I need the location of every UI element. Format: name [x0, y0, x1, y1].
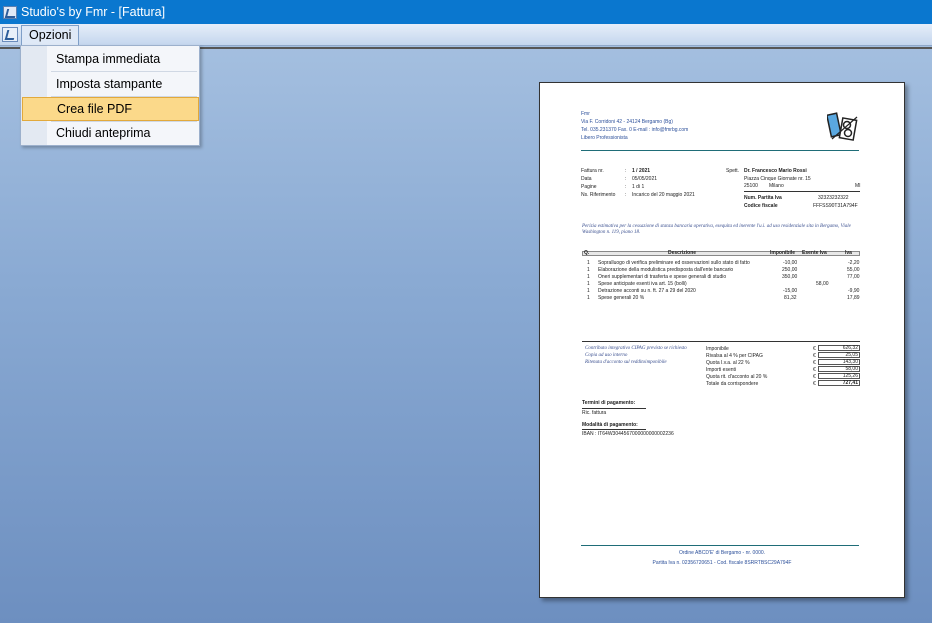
menu-item-crea-file-pdf[interactable]: Crea file PDF — [22, 97, 199, 121]
recipient-street: Piazza Cinque Giornate nr. 15 — [744, 176, 811, 182]
total-value: 143,30 — [818, 359, 860, 365]
company-contacts: Tel. 035.231370 Fax. 0 E-mail : info@fmr… — [581, 127, 689, 133]
fattura-label: Fattura nr. — [581, 168, 604, 174]
note-line: Copia ad uso interno — [585, 353, 628, 358]
total-value: 58,00 — [818, 366, 860, 372]
app-icon — [3, 5, 17, 19]
cf-value: FFFSS90T31A794F — [813, 203, 858, 209]
col-imponibile: Imponibile — [770, 250, 795, 256]
menu-item-imposta-stampante[interactable]: Imposta stampante — [22, 72, 199, 96]
total-value: 25,05 — [818, 352, 860, 358]
invoice-description: Perizia estimativa per la cessazione di … — [582, 224, 851, 235]
header-rule — [581, 150, 859, 151]
col-esente-iva: Esente Iva — [802, 250, 827, 256]
recipient-name: Dr. Francesco Mario Rossi — [744, 168, 807, 174]
col-descrizione: Descrizione — [668, 250, 697, 256]
data-value: 05/05/2021 — [632, 176, 658, 182]
grand-total-value: 727,41 — [818, 380, 860, 386]
fattura-value: 1 / 2021 — [632, 168, 651, 174]
spett-label: Spett. — [726, 168, 740, 174]
pagine-label: Pagine — [581, 184, 597, 190]
recipient-prov: MI — [855, 183, 861, 189]
recipient-city: Milano — [769, 183, 784, 189]
window-title: Studio's by Fmr - [Fattura] — [21, 5, 166, 19]
note-line: Ritenuta d'acconto sul redditoimponibile — [585, 360, 667, 365]
title-bar: Studio's by Fmr - [Fattura] — [0, 0, 932, 24]
recipient-cap: 25100 — [744, 183, 758, 189]
total-label: Rivalsa al 4 % per CIPAG — [706, 353, 763, 359]
terms-value: Ric. fattura — [582, 410, 607, 416]
total-label: Totale da corrispondere — [706, 381, 759, 387]
totals-rule — [582, 341, 860, 342]
company-logo — [827, 112, 858, 141]
rif-label: Ns. Riferimento — [581, 192, 616, 198]
terms-rule — [582, 408, 646, 409]
footer-line2: Partita Iva n. 02356720651 - Cod. fiscal… — [652, 560, 792, 566]
col-iva: Iva — [845, 250, 852, 256]
pagine-value: 1 di 1 — [632, 184, 645, 190]
company-profession: Libero Professionista — [581, 135, 628, 141]
recipient-rule — [744, 191, 860, 192]
footer-rule — [581, 545, 859, 546]
company-address: Via F. Corridoni 42 - 24124 Bergamo (Bg) — [581, 119, 673, 125]
menu-item-stampa-immediata[interactable]: Stampa immediata — [22, 47, 199, 71]
total-value: 125,26 — [818, 373, 860, 379]
opzioni-dropdown: Stampa immediata Imposta stampante Crea … — [20, 45, 200, 146]
menu-opzioni[interactable]: Opzioni — [21, 24, 80, 45]
total-label: Quota rit. d'acconto al 20 % — [706, 374, 768, 380]
cf-label: Codice fiscale — [744, 203, 778, 209]
rif-value: Incarico del 20 maggio 2021 — [632, 192, 695, 198]
total-value: 626,32 — [818, 345, 860, 351]
method-value: IBAN : IT64W3044567000000000002236 — [582, 431, 674, 437]
piva-label: Num. Partita Iva — [744, 195, 782, 201]
document-icon[interactable] — [2, 27, 18, 42]
total-label: Quota I.v.a. al 22 % — [706, 360, 750, 366]
note-line: Contributo integrativo CIPAG previsto se… — [585, 346, 687, 351]
footer-line1: Ordine ABCD'E' di Bergamo - nr. 0000. — [678, 550, 766, 556]
col-q: Q. — [584, 250, 590, 256]
method-rule — [582, 429, 646, 430]
terms-label: Termini di pagamento: — [582, 400, 636, 406]
data-label: Data — [581, 176, 592, 182]
piva-value: 32323232322 — [818, 195, 849, 201]
company-name: Fmr — [581, 111, 590, 117]
total-label: Importi esenti — [706, 367, 737, 373]
menu-item-chiudi-anteprima[interactable]: Chiudi anteprima — [22, 121, 199, 145]
total-label: Imponibile — [706, 346, 729, 352]
method-label: Modalità di pagamento: — [582, 422, 638, 428]
menu-bar: Opzioni — [0, 24, 932, 46]
invoice-preview[interactable]: Fmr Via F. Corridoni 42 - 24124 Bergamo … — [539, 82, 905, 598]
